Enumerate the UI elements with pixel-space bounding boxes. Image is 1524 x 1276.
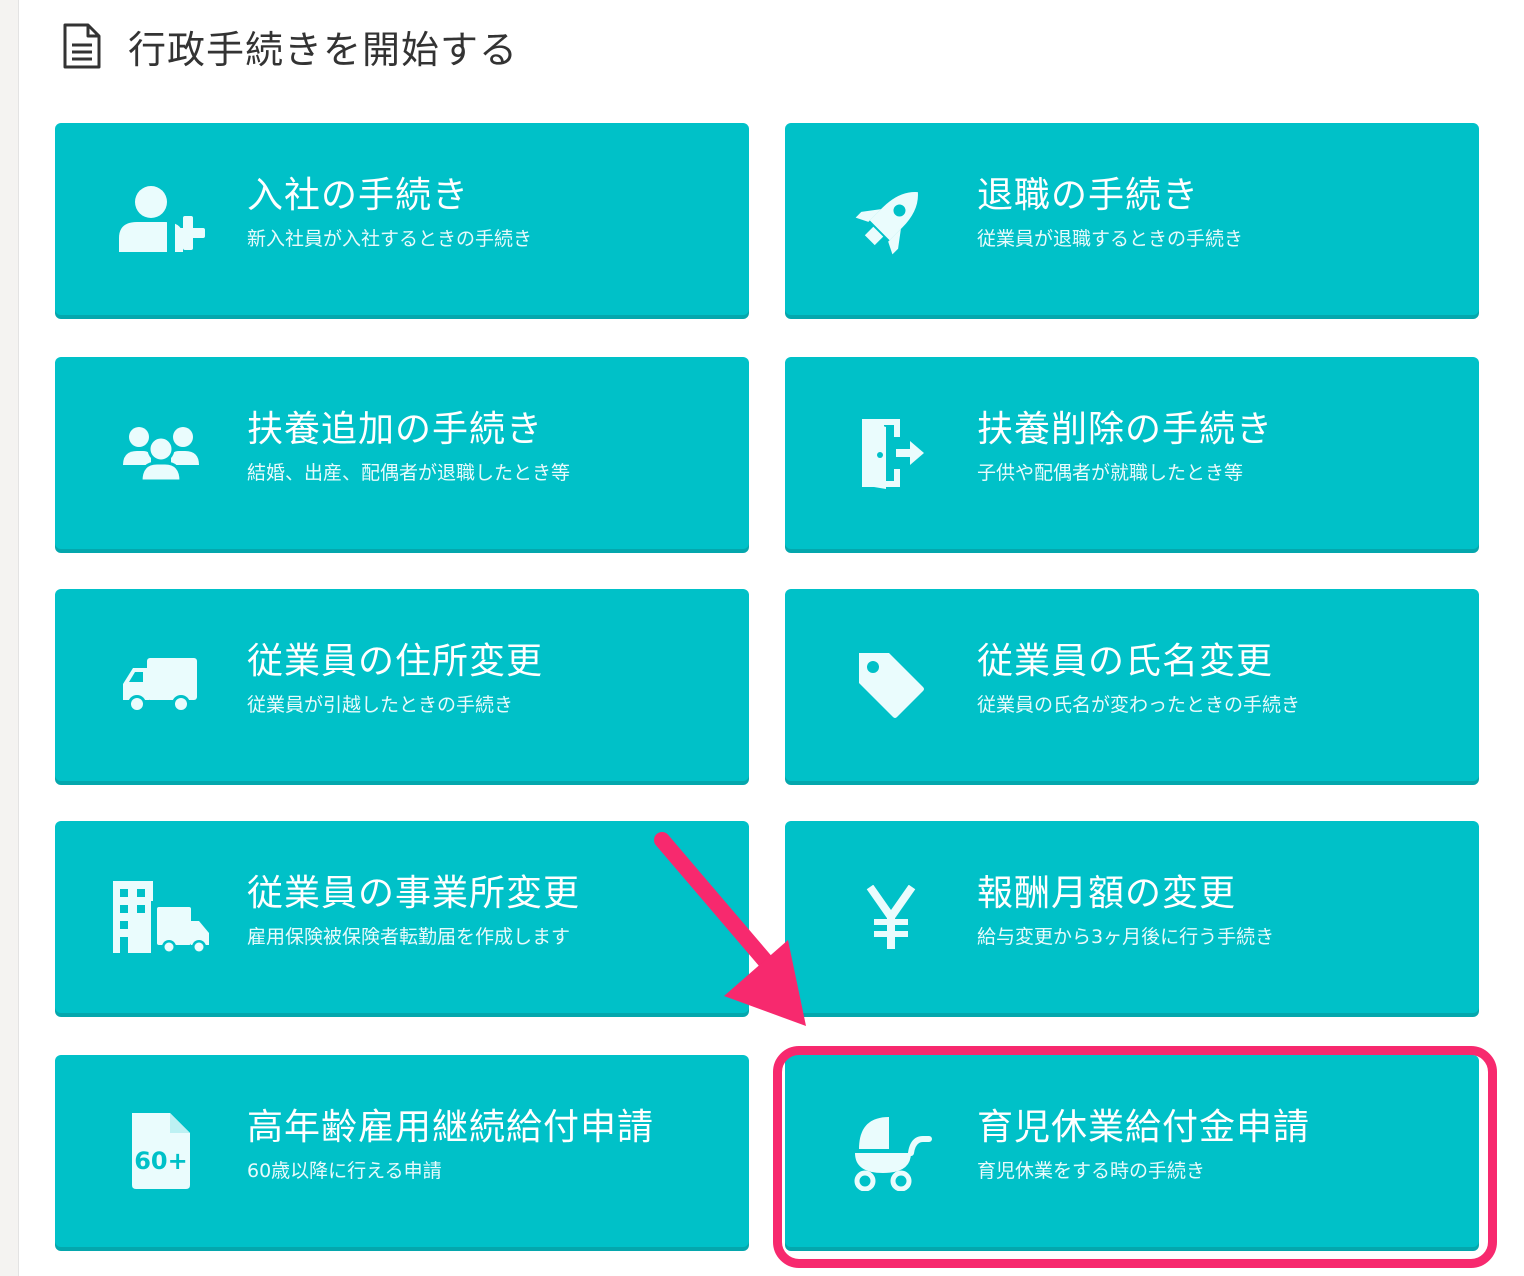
card-title: 報酬月額の変更 [977,873,1237,914]
card-subtitle: 結婚、出産、配偶者が退職したとき等 [247,462,571,484]
card-title: 扶養追加の手続き [247,409,544,450]
card-title: 育児休業給付金申請 [977,1107,1311,1148]
card-title: 従業員の住所変更 [247,641,544,682]
icon-label: 60+ [134,1147,188,1175]
card-remove-dependent[interactable]: 扶養削除の手続き 子供や配偶者が就職したとき等 [785,357,1479,549]
card-title: 入社の手続き [247,175,470,216]
card-name-change[interactable]: 従業員の氏名変更 従業員の氏名が変わったときの手続き [785,589,1479,781]
baby-stroller-icon [841,1101,941,1201]
card-resignation[interactable]: 退職の手続き 従業員が退職するときの手続き [785,123,1479,315]
truck-icon [111,635,211,735]
card-new-hire[interactable]: 入社の手続き 新入社員が入社するときの手続き [55,123,749,315]
yen-icon [841,867,941,967]
card-address-change[interactable]: 従業員の住所変更 従業員が引越したときの手続き [55,589,749,781]
card-childcare-leave[interactable]: 育児休業給付金申請 育児休業をする時の手続き [785,1055,1479,1247]
card-salary-change[interactable]: 報酬月額の変更 給与変更から3ヶ月後に行う手続き [785,821,1479,1013]
building-truck-icon [111,867,211,967]
card-title: 扶養削除の手続き [977,409,1274,450]
card-subtitle: 給与変更から3ヶ月後に行う手続き [977,926,1275,948]
card-subtitle: 従業員が引越したときの手続き [247,694,514,716]
card-subtitle: 60歳以降に行える申請 [247,1160,442,1182]
document-icon [63,23,101,69]
card-title: 従業員の事業所変更 [247,873,581,914]
card-subtitle: 新入社員が入社するときの手続き [247,228,533,250]
rocket-icon [841,169,941,269]
file-60-icon: 60+ [111,1101,211,1201]
user-plus-icon [111,169,211,269]
card-subtitle: 従業員の氏名が変わったときの手続き [977,694,1301,716]
page-title: 行政手続きを開始する [128,27,519,72]
card-subtitle: 育児休業をする時の手続き [977,1160,1206,1182]
card-office-change[interactable]: 従業員の事業所変更 雇用保険被保険者転勤届を作成します [55,821,749,1013]
card-title: 高年齢雇用継続給付申請 [247,1107,655,1148]
section-header: 行政手続きを開始する [62,18,518,74]
card-title: 従業員の氏名変更 [977,641,1274,682]
card-elderly-employment[interactable]: 60+ 高年齢雇用継続給付申請 60歳以降に行える申請 [55,1055,749,1247]
tag-icon [841,635,941,735]
exit-door-icon [841,403,941,503]
card-subtitle: 従業員が退職するときの手続き [977,228,1244,250]
group-icon [111,403,211,503]
card-subtitle: 雇用保険被保険者転勤届を作成します [247,926,571,948]
card-subtitle: 子供や配偶者が就職したとき等 [977,462,1244,484]
card-add-dependent[interactable]: 扶養追加の手続き 結婚、出産、配偶者が退職したとき等 [55,357,749,549]
card-title: 退職の手続き [977,175,1200,216]
